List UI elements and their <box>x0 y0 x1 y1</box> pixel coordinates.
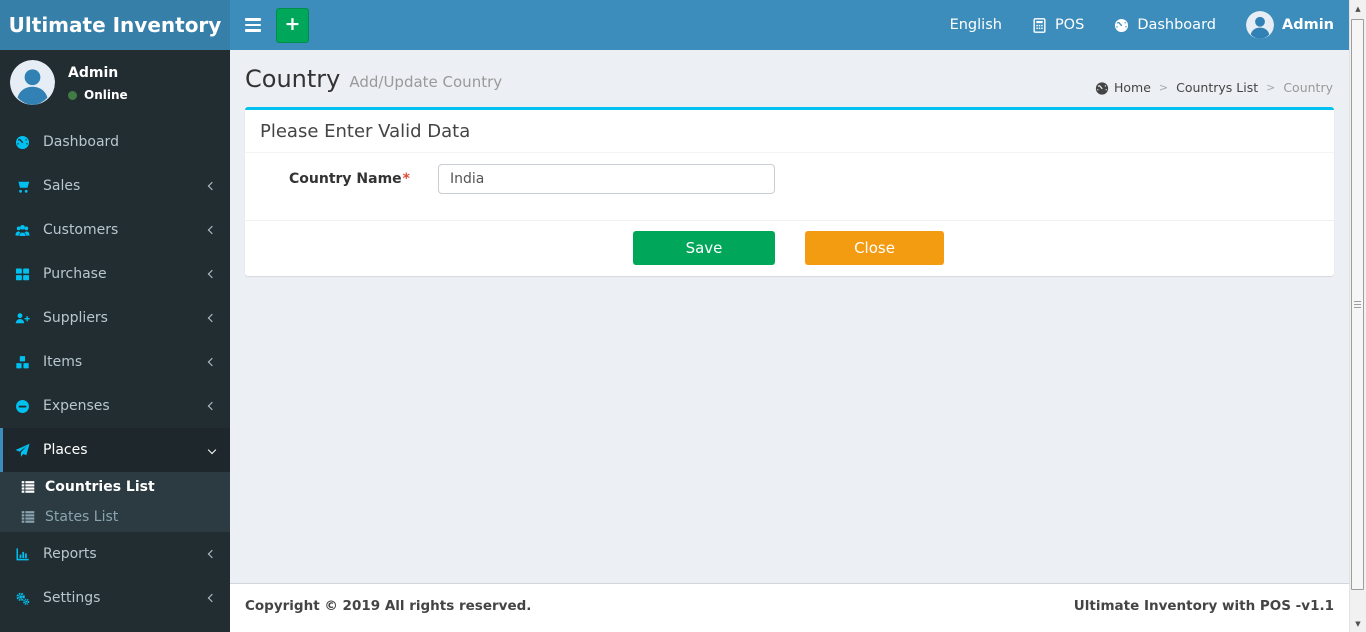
dashboard-icon <box>1095 81 1109 95</box>
chevron-left-icon <box>207 593 217 603</box>
sidebar-item-sales[interactable]: Sales <box>0 164 230 208</box>
dashboard-icon <box>1114 18 1129 33</box>
chevron-left-icon <box>207 549 217 559</box>
scrollbar-thumb[interactable] <box>1351 19 1364 590</box>
sidebar-item-suppliers[interactable]: Suppliers <box>0 296 230 340</box>
sidebar-item-dashboard[interactable]: Dashboard <box>0 120 230 164</box>
sidebar-item-settings[interactable]: Settings <box>0 576 230 620</box>
sidebar-subitem-countries-list[interactable]: Countries List <box>0 472 230 502</box>
gears-icon <box>15 590 32 606</box>
list-icon <box>21 510 36 524</box>
scrollbar-down-arrow[interactable]: ▼ <box>1350 615 1366 632</box>
calculator-icon <box>1032 17 1047 33</box>
avatar <box>1245 11 1274 39</box>
sidebar-item-customers[interactable]: Customers <box>0 208 230 252</box>
users-icon <box>15 222 32 238</box>
plus-icon: + <box>284 13 301 35</box>
chevron-left-icon <box>207 225 217 235</box>
nav-item-user[interactable]: Admin <box>1231 0 1349 50</box>
paper-plane-icon <box>15 442 32 458</box>
breadcrumb-separator: > <box>1266 81 1276 94</box>
sidebar-user-panel: Admin Online <box>0 50 230 115</box>
country-form-box: Please Enter Valid Data Country Name* Sa… <box>245 107 1334 276</box>
chevron-left-icon <box>207 313 217 323</box>
page-subtitle: Add/Update Country <box>349 73 503 91</box>
page-title: Country <box>245 65 341 93</box>
scrollbar-up-arrow[interactable]: ▲ <box>1350 0 1366 17</box>
app-title: Ultimate Inventory <box>8 13 222 37</box>
breadcrumb-current: Country <box>1283 80 1333 95</box>
user-plus-icon <box>15 310 32 326</box>
breadcrumb-home[interactable]: Home <box>1095 80 1151 95</box>
save-button[interactable]: Save <box>633 231 775 265</box>
chevron-down-icon <box>207 445 217 455</box>
cart-icon <box>15 178 32 194</box>
user-name: Admin <box>68 65 119 81</box>
breadcrumb-separator: > <box>1158 81 1169 94</box>
sidebar-menu: Dashboard Sales Customers Purchase Suppl… <box>0 120 230 632</box>
chevron-left-icon <box>207 401 217 411</box>
country-name-input[interactable] <box>438 164 775 194</box>
sidebar-item-reports[interactable]: Reports <box>0 532 230 576</box>
minus-circle-icon <box>15 398 32 414</box>
sidebar: Ultimate Inventory Admin Online Dashboar… <box>0 0 230 632</box>
chevron-left-icon <box>207 181 217 191</box>
breadcrumb: Home > Countrys List > Country <box>1095 80 1333 95</box>
sidebar-item-partial[interactable] <box>0 620 230 632</box>
app-window: Ultimate Inventory Admin Online Dashboar… <box>0 0 1349 632</box>
scrollbar-grip-icon <box>1354 300 1361 310</box>
sidebar-subitem-states-list[interactable]: States List <box>0 502 230 532</box>
nav-item-pos[interactable]: POS <box>1017 0 1099 50</box>
nav-item-language[interactable]: English <box>935 0 1017 50</box>
vertical-scrollbar[interactable]: ▲ ▼ <box>1349 0 1366 632</box>
user-avatar <box>10 60 55 105</box>
nav-item-dashboard[interactable]: Dashboard <box>1099 0 1231 50</box>
country-name-label: Country Name* <box>289 171 410 187</box>
copyright-text: Copyright © 2019 All rights reserved. <box>245 598 532 614</box>
required-asterisk: * <box>402 171 410 187</box>
cubes-icon <box>15 354 32 370</box>
sidebar-item-expenses[interactable]: Expenses <box>0 384 230 428</box>
breadcrumb-countrys-list[interactable]: Countrys List <box>1176 80 1258 95</box>
top-navbar: + English POS Dashboard Admin <box>230 0 1349 50</box>
user-status: Online <box>68 88 128 102</box>
content-area: Country Add/Update Country Home > Country… <box>230 50 1349 583</box>
grid-icon <box>15 266 32 282</box>
sidebar-item-places[interactable]: Places <box>0 428 230 472</box>
bar-chart-icon <box>15 546 32 562</box>
sidebar-item-items[interactable]: Items <box>0 340 230 384</box>
box-title: Please Enter Valid Data <box>245 110 1334 153</box>
list-icon <box>21 480 36 494</box>
sidebar-item-purchase[interactable]: Purchase <box>0 252 230 296</box>
dashboard-icon <box>15 134 32 150</box>
version-text: Ultimate Inventory with POS -v1.1 <box>1073 598 1334 614</box>
page-footer: Copyright © 2019 All rights reserved. Ul… <box>230 583 1349 632</box>
online-status-icon <box>68 90 77 100</box>
chevron-left-icon <box>207 357 217 367</box>
sidebar-toggle-button[interactable] <box>230 0 275 50</box>
add-button[interactable]: + <box>276 7 309 43</box>
close-button[interactable]: Close <box>805 231 944 265</box>
chevron-left-icon <box>207 269 217 279</box>
app-logo[interactable]: Ultimate Inventory <box>0 0 230 50</box>
places-submenu: Countries List States List <box>0 472 230 532</box>
